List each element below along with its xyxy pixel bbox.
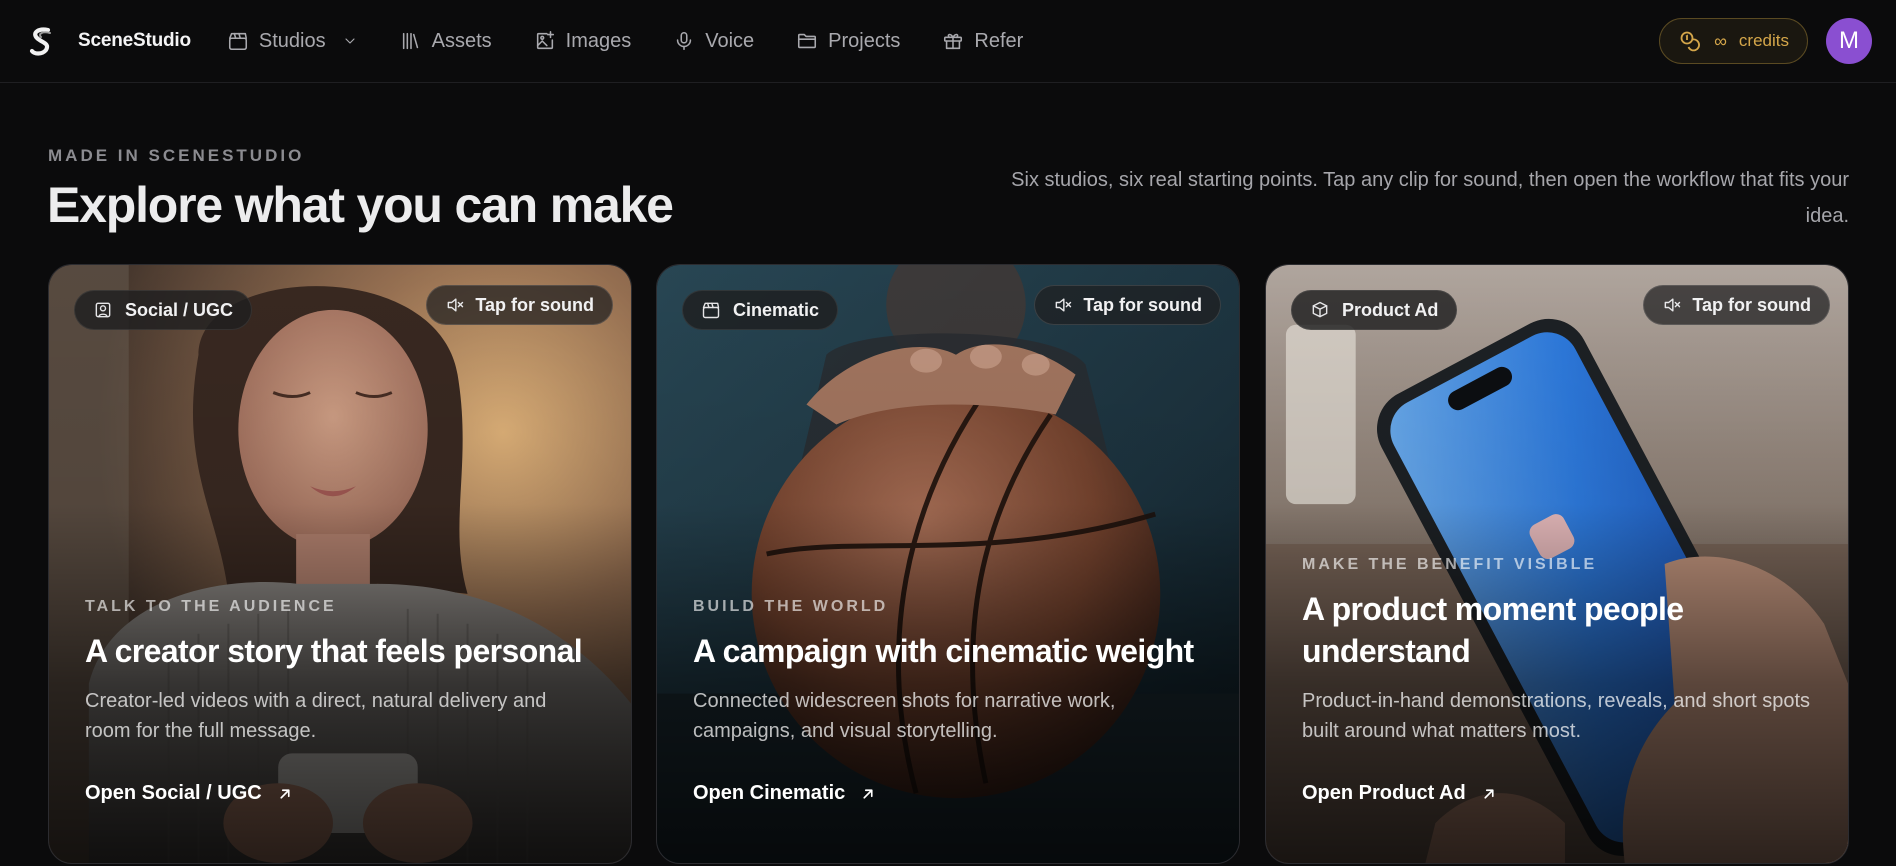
card-body: MAKE THE BENEFIT VISIBLE A product momen… [1302,556,1812,863]
brand-logo-icon [29,27,51,56]
nav-item-images[interactable]: Images [534,29,632,53]
nav-item-studios[interactable]: Studios [227,30,358,53]
nav-item-label: Projects [828,29,901,52]
box-icon [1312,301,1328,318]
credits-label: credits [1738,31,1789,50]
folder-icon [798,33,817,49]
volume-mute-icon [1664,298,1681,312]
nav-item-refer[interactable]: Refer [942,30,1023,53]
card-description: Connected widescreen shots for narrative… [693,690,1116,742]
card-eyebrow: BUILD THE WORLD [693,598,889,615]
brand[interactable]: SceneStudio [24,24,191,58]
studio-tag-label: Product Ad [1342,299,1439,320]
studio-tag-label: Cinematic [733,299,820,320]
nav-item-label: Voice [705,29,755,52]
studio-tag: Cinematic [682,290,839,330]
top-nav: SceneStudio Studios Assets Images Voice … [0,0,1896,83]
studio-tag-label: Social / UGC [125,299,234,320]
tap-for-sound-label: Tap for sound [1083,294,1202,315]
arrow-up-right-icon [280,788,290,799]
avatar[interactable]: M [1826,18,1872,64]
studio-card-cinematic[interactable]: Cinematic Tap for sound BUILD THE WORLD … [656,264,1240,864]
brand-name: SceneStudio [78,30,191,51]
page-subtitle: Six studios, six real starting points. T… [1011,169,1849,227]
card-description: Product-in-hand demonstrations, reveals,… [1302,690,1811,742]
open-studio-link[interactable]: Open Social / UGC [85,782,595,805]
credits-badge[interactable]: ∞ credits [1659,18,1808,64]
nav-item-label: Assets [431,29,492,52]
nav-item-assets[interactable]: Assets [400,30,492,53]
open-studio-link[interactable]: Open Cinematic [693,782,1203,805]
image-plus-icon [536,31,554,50]
tap-for-sound-button[interactable]: Tap for sound [1643,285,1830,325]
card-title: A creator story that feels personal [85,633,583,669]
arrow-up-right-icon [863,788,873,799]
open-studio-label: Open Social / UGC [85,782,262,804]
tap-for-sound-button[interactable]: Tap for sound [426,285,613,325]
arrow-up-right-icon [1484,788,1494,799]
card-title: A product moment people understand [1302,591,1684,669]
nav-item-projects[interactable]: Projects [796,30,900,53]
nav-item-label: Images [565,29,632,52]
card-description: Creator-led videos with a direct, natura… [85,690,547,742]
card-title: A campaign with cinematic weight [693,633,1194,669]
card-body: BUILD THE WORLD A campaign with cinemati… [693,598,1203,863]
card-eyebrow: TALK TO THE AUDIENCE [85,598,337,615]
nav-item-voice[interactable]: Voice [673,30,754,53]
chevron-down-icon [345,38,355,44]
section-eyebrow: MADE IN SCENESTUDIO [48,146,305,165]
nav-item-label: Studios [258,29,326,52]
microphone-icon [677,31,692,51]
clapperboard-icon [702,302,720,319]
nav-item-label: Refer [974,29,1024,52]
nav-menu: Studios Assets Images Voice Projects Ref… [227,30,1023,53]
gift-icon [944,33,963,50]
coins-icon [1680,31,1701,52]
open-studio-label: Open Product Ad [1302,782,1466,804]
clapperboard-icon [228,32,247,51]
open-studio-link[interactable]: Open Product Ad [1302,782,1812,805]
card-eyebrow: MAKE THE BENEFIT VISIBLE [1302,556,1598,573]
user-square-icon [95,302,111,318]
open-studio-label: Open Cinematic [693,782,846,804]
studio-card-product-ad[interactable]: Product Ad Tap for sound MAKE THE BENEFI… [1265,264,1849,864]
studio-tag: Social / UGC [74,290,253,330]
tap-for-sound-button[interactable]: Tap for sound [1034,285,1221,325]
studio-tag: Product Ad [1291,290,1458,330]
nav-right: ∞ credits M [1659,18,1872,64]
page-title: Explore what you can make [47,177,674,233]
tap-for-sound-label: Tap for sound [1692,294,1811,315]
credits-amount: ∞ [1714,30,1727,51]
library-icon [402,32,418,50]
card-body: TALK TO THE AUDIENCE A creator story tha… [85,598,595,863]
studio-card-social-ugc[interactable]: Social / UGC Tap for sound TALK TO THE A… [48,264,632,864]
volume-mute-icon [447,298,464,312]
tap-for-sound-label: Tap for sound [475,294,594,315]
volume-mute-icon [1055,298,1072,312]
